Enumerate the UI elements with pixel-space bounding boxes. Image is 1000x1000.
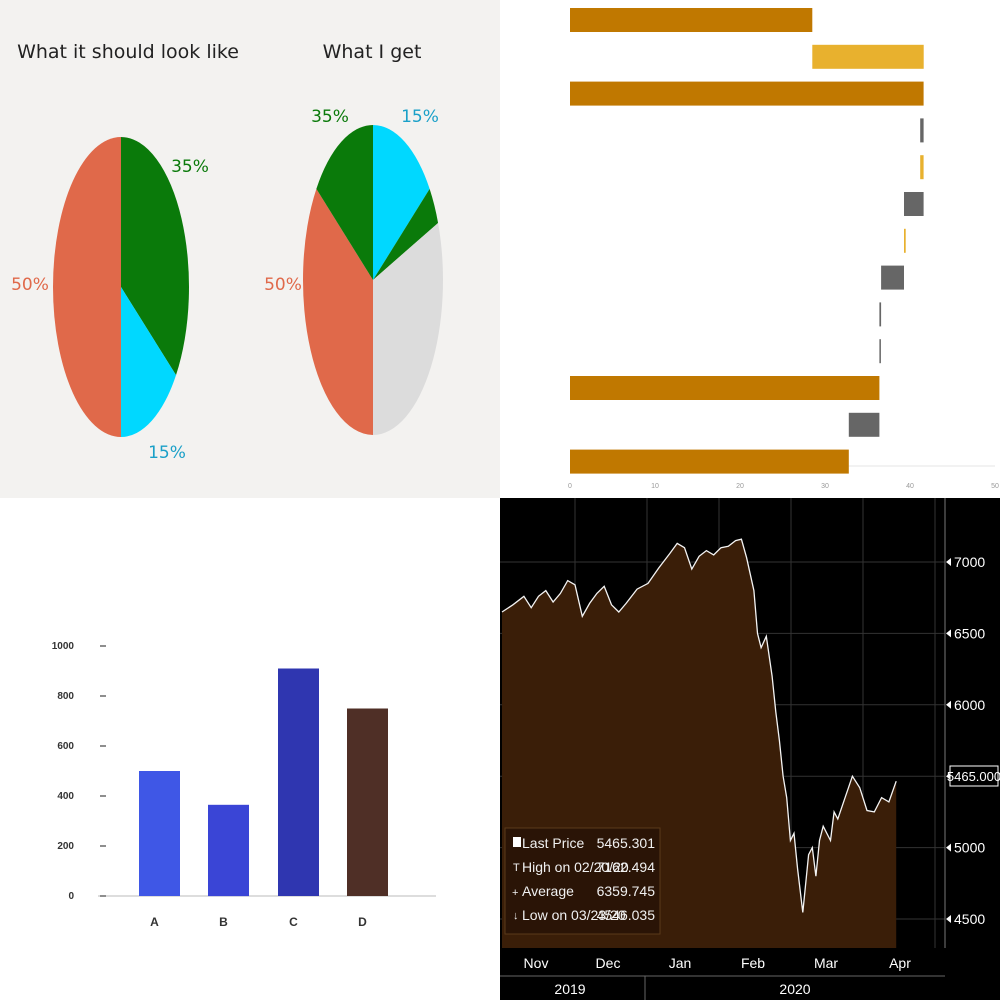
stock-y-tick-marker-5 [946,558,951,566]
bar-chart-y-ticks: 0 200 400 600 800 1000 [52,641,106,902]
bar-chart-svg: 0 200 400 600 800 1000 A B C D [52,641,436,929]
legend-average-value: 6359.745 [597,883,656,899]
pie-comparison-panel: What it should look like What I get 50% … [0,0,500,498]
bar-chart-y-tick-5: 1000 [52,641,75,652]
stock-month-feb: Feb [741,955,765,971]
pie-left [53,137,189,437]
pie-left-label-15: 15% [148,443,186,463]
stock-y-tick-3: 6000 [954,697,985,713]
stock-month-mar: Mar [814,955,838,971]
waterfall-bar-2 [570,81,924,106]
year-label-2019: 2019 [554,981,585,997]
stock-y-tick-marker-0 [946,915,951,923]
waterfall-x-ticks: 0 10 20 30 40 50 [568,483,999,490]
bar-c [278,668,319,896]
waterfall-bar-0 [570,8,813,32]
year-label-2020: 2020 [779,981,810,997]
waterfall-x-tick-4: 40 [906,483,914,490]
stock-month-dec: Dec [596,955,621,971]
legend-last-price-label: Last Price [522,835,584,851]
waterfall-bar-12 [570,449,849,474]
bar-chart-y-tick-0: 0 [68,891,74,902]
legend-high-value: 7162.494 [597,859,656,875]
bar-d [347,708,388,896]
legend-high-icon: T [513,862,520,874]
pie-comparison-svg: What it should look like What I get 50% … [11,41,443,463]
stock-y-tick-marker-4 [946,629,951,638]
pie-right-title: What I get [323,41,422,63]
waterfall-bar-6 [904,228,906,253]
pie-right [303,125,443,435]
bar-chart-category-a: A [150,915,159,929]
stock-month-nov: Nov [524,955,549,971]
stock-last-price-tag: 5465.000 [947,765,1000,787]
waterfall-chart-panel: 0 10 20 30 40 50 [500,0,1000,498]
stock-y-tick-4: 6500 [954,625,985,641]
last-price-tag-label: 5465.000 [947,769,1000,784]
stock-y-tick-1: 5000 [954,840,985,856]
waterfall-bars [570,8,924,474]
waterfall-bar-4 [920,155,924,180]
waterfall-x-tick-5: 50 [991,483,999,490]
waterfall-x-tick-1: 10 [651,483,659,490]
bar-chart-category-b: B [219,915,228,929]
bar-a [139,771,180,896]
stock-chart-svg: 450050005500600065007000 5465.000 Last P… [500,498,1000,1000]
stock-y-tick-marker-3 [946,700,951,709]
bar-chart-y-tick-4: 800 [57,691,74,702]
waterfall-x-tick-2: 20 [736,483,744,490]
waterfall-bar-7 [881,265,904,290]
waterfall-bar-3 [920,118,924,143]
pie-right-label-15: 15% [401,107,439,127]
stock-y-tick-marker-1 [946,843,951,852]
bar-chart-categories: A B C D [150,915,367,929]
pie-left-label-35: 35% [171,157,209,177]
waterfall-x-tick-0: 0 [568,483,572,490]
legend-last-price-value: 5465.301 [597,835,656,851]
waterfall-chart-svg: 0 10 20 30 40 50 [568,8,999,490]
bar-chart-category-c: C [289,915,298,929]
bar-chart-bars [139,668,388,897]
legend-average-label: Average [522,883,574,899]
legend-average-icon: + [512,887,518,899]
pie-left-label-50: 50% [11,275,49,295]
legend-low-value: 4546.035 [597,907,656,923]
pie-left-slice-2 [53,137,121,437]
bar-chart-y-tick-3: 600 [57,741,74,752]
stock-y-tick-5: 7000 [954,554,985,570]
waterfall-bar-1 [812,44,924,69]
stock-y-ticks: 450050005500600065007000 [946,554,985,927]
bar-chart-category-d: D [358,915,367,929]
pie-left-title: What it should look like [17,41,239,63]
pie-right-label-50: 50% [264,275,302,295]
stock-y-tick-0: 4500 [954,911,985,927]
bar-b [208,804,249,897]
stock-month-jan: Jan [669,955,692,971]
waterfall-bar-5 [904,192,924,216]
waterfall-x-tick-3: 30 [821,483,829,490]
bar-chart-y-tick-2: 400 [57,791,74,802]
legend-low-icon: ↓ [513,910,519,922]
legend-last-price-icon [513,837,521,847]
waterfall-bar-10 [570,376,880,400]
waterfall-bar-9 [879,339,881,364]
stock-month-apr: Apr [889,955,911,971]
bar-chart-panel: 0 200 400 600 800 1000 A B C D [0,498,500,1000]
pie-right-label-35: 35% [311,107,349,127]
waterfall-bar-11 [848,412,880,437]
stock-chart-panel: 450050005500600065007000 5465.000 Last P… [500,498,1000,1000]
waterfall-bar-8 [879,302,882,327]
stock-legend: Last Price 5465.301 T High on 02/20/20 7… [504,827,661,935]
bar-chart-y-tick-1: 200 [57,841,74,852]
